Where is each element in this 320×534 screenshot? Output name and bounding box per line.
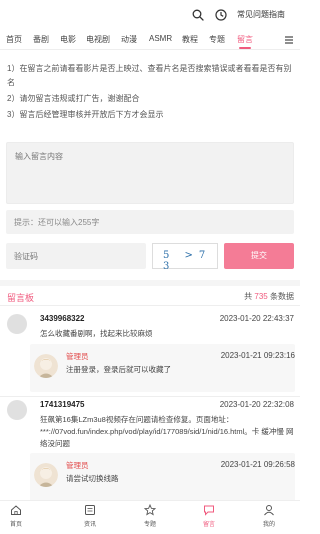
reply-text: 注册登录，登录后就可以收藏了 bbox=[66, 365, 171, 374]
reply-time: 2023-01-21 09:23:16 bbox=[220, 351, 295, 360]
bottom-nav-guestbook[interactable]: 留言 bbox=[189, 504, 229, 528]
avatar bbox=[7, 400, 27, 420]
message-time: 2023-01-20 22:43:37 bbox=[219, 314, 294, 323]
bottom-nav-label: 我的 bbox=[262, 522, 275, 528]
tab-tutorials[interactable]: 教程 bbox=[182, 34, 198, 45]
avatar bbox=[7, 314, 27, 334]
admin-reply: 管理员 2023-01-21 09:26:58 请尝试切换线路 bbox=[30, 453, 295, 501]
message-count: 共 735 条数据 bbox=[244, 291, 294, 302]
section-divider bbox=[0, 280, 300, 286]
star-icon bbox=[144, 504, 156, 516]
message-username: 3439968322 bbox=[40, 314, 85, 323]
guestbook-notice: 1）在留言之前请看看影片是否上映过、查看片名是否搜索错误或者看看是否有别名 2）… bbox=[7, 62, 297, 124]
history-icon[interactable] bbox=[215, 9, 227, 21]
captcha-text: 5 >7 3 bbox=[163, 250, 212, 272]
tab-guestbook[interactable]: 留言 bbox=[237, 34, 253, 45]
message-username: 1741319475 bbox=[40, 400, 85, 409]
tab-animation[interactable]: 动漫 bbox=[121, 34, 137, 45]
news-icon bbox=[85, 505, 95, 515]
bottom-nav-profile[interactable]: 我的 bbox=[249, 504, 289, 528]
notice-line: 2）请勿留言违规或打广告，谢谢配合 bbox=[7, 94, 140, 103]
faq-link[interactable]: 常见问题指南 bbox=[237, 9, 285, 20]
message-content-input[interactable] bbox=[6, 142, 294, 204]
tab-home[interactable]: 首页 bbox=[6, 34, 22, 45]
reply-author: 管理员 bbox=[66, 352, 89, 361]
chat-icon bbox=[204, 505, 214, 516]
bottom-nav-label: 留言 bbox=[202, 522, 215, 528]
divider bbox=[0, 305, 300, 306]
search-icon[interactable] bbox=[192, 9, 204, 21]
bottom-nav-label: 资讯 bbox=[83, 522, 96, 528]
tab-movies[interactable]: 电影 bbox=[60, 34, 76, 45]
notice-line: 3）留言后经管理审核并开放后下方才会显示 bbox=[7, 110, 164, 119]
bottom-nav-news[interactable]: 资讯 bbox=[70, 504, 110, 528]
captcha-image[interactable]: 5 >7 3 bbox=[152, 243, 218, 272]
reply-author: 管理员 bbox=[66, 461, 89, 470]
count-prefix: 共 bbox=[244, 292, 253, 301]
divider bbox=[0, 396, 300, 397]
message-text: 狂飙第16集LZm3u8视频存在问题请检查修复。页面地址：***://07vod… bbox=[40, 415, 294, 448]
board-title: 留言板 bbox=[7, 293, 35, 303]
category-nav: 首页 番剧 电影 电视剧 动漫 ASMR 教程 专题 留言 bbox=[0, 30, 300, 50]
captcha-input[interactable] bbox=[6, 243, 146, 269]
bottom-nav-label: 首页 bbox=[9, 522, 22, 528]
admin-avatar bbox=[34, 354, 58, 378]
tab-asmr[interactable]: ASMR bbox=[149, 34, 172, 43]
bottom-nav-label: 专题 bbox=[143, 522, 156, 528]
tab-topics[interactable]: 专题 bbox=[209, 34, 225, 45]
admin-reply: 管理员 2023-01-21 09:23:16 注册登录，登录后就可以收藏了 bbox=[30, 344, 295, 392]
reply-time: 2023-01-21 09:26:58 bbox=[220, 460, 295, 469]
tab-tv-series[interactable]: 电视剧 bbox=[86, 34, 110, 45]
top-bar: 常见问题指南 bbox=[0, 0, 300, 30]
bottom-nav-home[interactable]: 首页 bbox=[0, 504, 36, 528]
bottom-nav: 首页 资讯 专题 留言 我的 bbox=[0, 500, 300, 534]
menu-icon[interactable] bbox=[283, 34, 295, 46]
count-number: 735 bbox=[254, 292, 268, 301]
reply-text: 请尝试切换线路 bbox=[66, 474, 119, 483]
home-icon bbox=[11, 505, 21, 515]
message-text: 怎么收藏番剧啊，找起来比较麻烦 bbox=[40, 329, 153, 338]
notice-line: 1）在留言之前请看看影片是否上映过、查看片名是否搜索错误或者看看是否有别名 bbox=[7, 64, 292, 87]
submit-button[interactable]: 提交 bbox=[224, 243, 294, 269]
bottom-nav-topics[interactable]: 专题 bbox=[130, 504, 170, 528]
message-time: 2023-01-20 22:32:08 bbox=[219, 400, 294, 409]
active-tab-indicator bbox=[239, 47, 251, 49]
char-limit-hint: 提示：还可以输入255字 bbox=[6, 210, 294, 234]
count-suffix: 条数据 bbox=[270, 292, 294, 301]
user-icon bbox=[264, 505, 274, 516]
site-logo[interactable] bbox=[6, 6, 116, 24]
tab-anime-series[interactable]: 番剧 bbox=[33, 34, 49, 45]
admin-avatar bbox=[34, 463, 58, 487]
